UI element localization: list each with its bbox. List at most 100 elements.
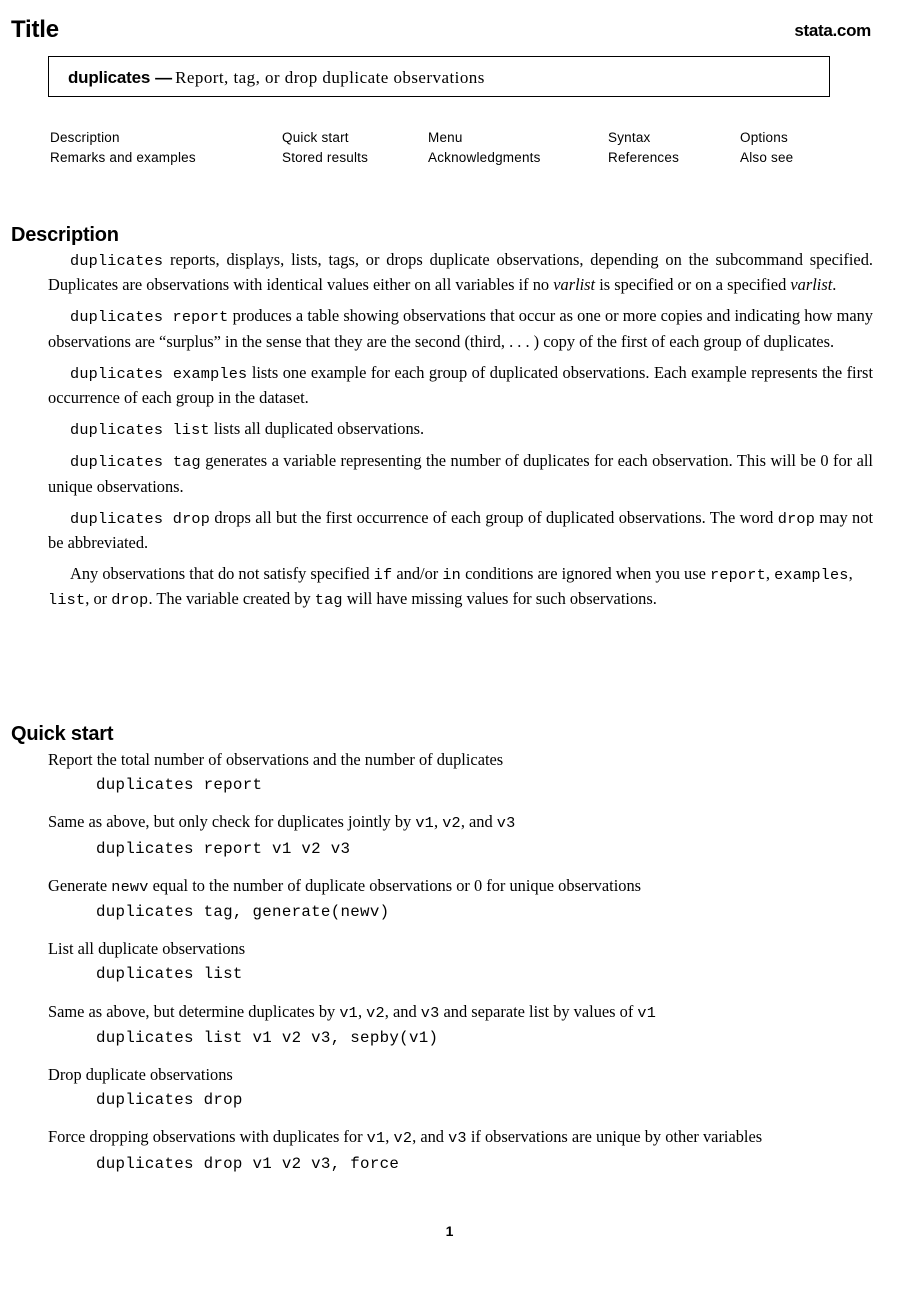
inline-text: . The variable created by: [148, 589, 315, 609]
inline-text: Same as above, but only check for duplic…: [48, 812, 416, 832]
nav-column-4: Syntax References: [608, 128, 679, 168]
nav-link-syntax[interactable]: Syntax: [608, 128, 679, 148]
inline-text: ,: [385, 1127, 394, 1147]
inline-code: duplicates list: [70, 421, 210, 440]
inline-code: newv: [111, 877, 149, 896]
quick-start-item: Force dropping observations with duplica…: [48, 1125, 876, 1175]
nav-link-description[interactable]: Description: [50, 128, 196, 148]
inline-text: .: [832, 275, 837, 295]
inline-code: examples: [774, 566, 849, 585]
inline-code: v2: [366, 1003, 385, 1022]
nav-link-stored-results[interactable]: Stored results: [282, 148, 368, 168]
quick-start-command: duplicates report v1 v2 v3: [96, 839, 351, 858]
quick-start-item: Same as above, but determine duplicates …: [48, 1000, 876, 1050]
inline-code: v1: [415, 814, 434, 833]
page-title: Title: [11, 16, 59, 43]
inline-text: Force dropping observations with duplica…: [48, 1127, 367, 1147]
inline-text: and separate list by values of: [439, 1001, 638, 1021]
paragraph: Any observations that do not satisfy spe…: [48, 562, 873, 612]
inline-text: , and: [460, 812, 497, 832]
inline-code: duplicates drop: [70, 509, 211, 528]
quick-start-description: Report the total number of observations …: [48, 748, 876, 772]
nav-link-quick-start[interactable]: Quick start: [282, 128, 368, 148]
quick-start-item: Same as above, but only check for duplic…: [48, 810, 876, 860]
inline-code: v3: [448, 1129, 467, 1148]
inline-text: will have missing values for such observ…: [342, 589, 657, 609]
inline-code: v2: [393, 1129, 413, 1148]
inline-text: drops all but the first occurrence of ea…: [210, 507, 778, 527]
inline-text: List all duplicate observations: [48, 939, 246, 959]
inline-code: duplicates tag: [70, 453, 201, 472]
command-title-line: duplicates — Report, tag, or drop duplicat…: [68, 67, 485, 88]
inline-code: v1: [366, 1129, 386, 1148]
inline-code: if: [373, 566, 393, 585]
command-summary: Report, tag, or drop duplicate observati…: [175, 68, 485, 87]
inline-text: , and: [384, 1001, 421, 1021]
nav-link-acknowledgments[interactable]: Acknowledgments: [428, 148, 541, 168]
nav-column-1: Description Remarks and examples: [50, 128, 196, 168]
quick-start-item: Generate newv equal to the number of dup…: [48, 874, 876, 924]
inline-text: , or: [85, 589, 112, 609]
inline-text: Any observations that do not satisfy spe…: [70, 564, 374, 584]
section-heading-quick-start: Quick start: [11, 722, 114, 745]
paragraph: duplicates drop drops all but the first …: [48, 506, 873, 555]
inline-code: tag: [314, 591, 343, 610]
inline-text: conditions are ignored when you use: [461, 564, 710, 584]
inline-text: is specified or on a specified: [595, 275, 791, 295]
inline-code: report: [710, 566, 766, 585]
inline-code: duplicates report: [70, 308, 229, 327]
page-number: 1: [445, 1223, 454, 1239]
quick-start-description: Drop duplicate observations: [48, 1063, 876, 1087]
nav-link-remarks-and-examples[interactable]: Remarks and examples: [50, 148, 196, 168]
quick-start-command: duplicates tag, generate(newv): [96, 903, 390, 922]
inline-code: v1: [339, 1003, 358, 1022]
nav-column-3: Menu Acknowledgments: [428, 128, 541, 168]
section-heading-description: Description: [11, 223, 119, 246]
inline-code: list: [48, 591, 86, 610]
inline-text: Report the total number of observations …: [48, 750, 504, 769]
inline-text: Same as above, but determine duplicates …: [48, 1001, 340, 1021]
quick-start-command: duplicates list: [96, 965, 243, 984]
inline-text: if observations are unique by other vari…: [466, 1127, 763, 1147]
inline-code: v3: [420, 1003, 440, 1022]
quick-start-description: Force dropping observations with duplica…: [48, 1125, 876, 1150]
inline-code: in: [442, 566, 461, 585]
nav-link-also-see[interactable]: Also see: [740, 148, 793, 168]
nav-column-2: Quick start Stored results: [282, 128, 368, 168]
stata-com-link[interactable]: stata.com: [794, 21, 871, 41]
quick-start-command: duplicates report: [96, 776, 263, 795]
page-header: Title stata.com: [11, 16, 871, 46]
inline-code: duplicates examples: [70, 364, 248, 383]
quick-start-description: Generate newv equal to the number of dup…: [48, 874, 876, 899]
quick-start-body: Report the total number of observations …: [48, 748, 876, 1176]
quick-start-item: Drop duplicate observations duplicates dr…: [48, 1063, 876, 1112]
inline-text: Drop duplicate observations: [48, 1065, 233, 1085]
nav-column-5: Options Also see: [740, 128, 793, 168]
quick-start-description: List all duplicate observations: [48, 937, 876, 961]
inline-text: lists all duplicated observations.: [209, 419, 425, 439]
inline-code: drop: [777, 509, 816, 528]
quick-start-command: duplicates drop: [96, 1091, 243, 1110]
inline-text: ,: [433, 812, 443, 832]
em-dash: —: [155, 68, 173, 87]
inline-text: ,: [848, 564, 853, 584]
inline-text: and/or: [392, 564, 443, 584]
nav-link-options[interactable]: Options: [740, 128, 793, 148]
command-title-box: duplicates — Report, tag, or drop duplicat…: [48, 56, 830, 97]
inline-code: duplicates: [70, 252, 164, 270]
paragraph: duplicates list lists all duplicated obs…: [48, 417, 873, 442]
paragraph: duplicates examples lists one example fo…: [48, 361, 873, 410]
paragraph: duplicates reports, displays, lists, tag…: [48, 248, 873, 297]
inline-text: equal to the number of duplicate observa…: [148, 875, 642, 895]
nav-link-menu[interactable]: Menu: [428, 128, 541, 148]
quick-start-description: Same as above, but determine duplicates …: [48, 1000, 876, 1025]
inline-code: v2: [442, 814, 461, 833]
inline-emphasis: varlist: [790, 275, 833, 295]
inline-text: Generate: [48, 875, 112, 895]
paragraph: duplicates report produces a table showi…: [48, 304, 873, 353]
inline-text: ,: [357, 1001, 367, 1021]
quick-start-item: Report the total number of observations …: [48, 748, 876, 797]
nav-link-references[interactable]: References: [608, 148, 679, 168]
paragraph: duplicates tag generates a variable repr…: [48, 449, 873, 498]
manual-page: Title stata.com duplicates — Report, tag, …: [0, 0, 899, 1315]
